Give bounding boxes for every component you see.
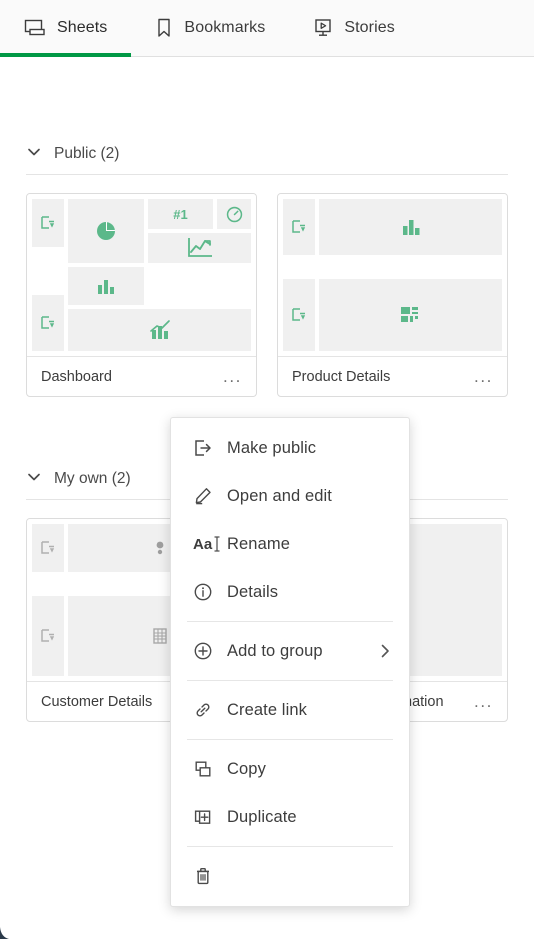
treemap-icon [319,279,502,351]
chevron-down-icon [26,469,42,490]
corner-artifact [0,921,16,939]
menu-item-label: Details [227,582,279,601]
bar-chart-icon [319,199,502,255]
menu-item-copy[interactable]: Copy [171,745,409,793]
menu-item-label: Create link [227,700,307,719]
tab-stories[interactable]: Stories [289,0,419,57]
menu-item-details[interactable]: Details [171,568,409,616]
menu-item-label: Open and edit [227,486,332,505]
public-card-row: #1 Dashboard ... Product Details ... [0,175,534,397]
sheet-card-menu-button[interactable]: ... [474,368,493,385]
kpi-text-icon: #1 [148,199,213,229]
section-my-own-title: My own (2) [54,470,131,487]
menu-separator [187,739,393,740]
sheet-context-menu: Make public Open and edit Aa Rename Deta… [170,417,410,907]
bookmark-icon [155,17,173,39]
sheet-card-footer: Dashboard ... [27,356,256,396]
menu-separator [187,680,393,681]
tab-bar: Sheets Bookmarks Stories [0,0,534,57]
menu-item-label: Copy [227,759,266,778]
menu-item-label: Duplicate [227,807,297,826]
tab-bookmarks[interactable]: Bookmarks [131,0,289,57]
make-public-icon [193,438,227,458]
menu-separator [187,846,393,847]
filter-pane-icon [32,295,64,351]
trash-icon [193,866,227,886]
menu-item-add-to-group[interactable]: Add to group [171,627,409,675]
tab-bookmarks-label: Bookmarks [184,19,266,36]
sheets-panel: Sheets Bookmarks Stories Public (2) #1 D… [0,0,534,939]
pie-chart-icon [68,199,144,263]
section-public-title: Public (2) [54,145,120,162]
sheet-card-product-details[interactable]: Product Details ... [277,193,508,397]
section-public: Public (2) #1 Dashboard ... Product Deta… [0,134,534,397]
sheet-card-menu-button[interactable]: ... [223,368,242,385]
menu-item-create-link[interactable]: Create link [171,686,409,734]
filter-pane-icon [32,596,64,676]
sheet-card-title: Customer Details [41,693,153,710]
duplicate-icon [193,807,227,827]
filter-pane-icon [283,279,315,351]
sheet-card-menu-button[interactable]: ... [474,693,493,710]
bar-chart-icon [68,267,144,305]
menu-item-label: Make public [227,438,317,457]
sheet-thumbnail: #1 [27,194,256,356]
chevron-down-icon [26,144,42,165]
menu-item-label: Add to group [227,641,323,660]
rename-aa-icon: Aa [193,535,220,553]
filter-pane-icon [32,524,64,572]
plus-circle-icon [193,641,227,661]
link-icon [193,700,227,720]
filter-pane-icon [32,199,64,247]
pencil-icon [193,486,227,506]
stories-icon [313,17,333,39]
line-chart-icon [148,233,251,263]
copy-icon [193,759,227,779]
kpi-value: #1 [173,206,188,222]
menu-item-rename[interactable]: Aa Rename [171,520,409,568]
gauge-icon [217,199,251,229]
info-circle-icon [193,582,227,602]
menu-separator [187,621,393,622]
filter-pane-icon [283,199,315,255]
menu-item-make-public[interactable]: Make public [171,424,409,472]
menu-item-delete[interactable] [171,852,409,900]
menu-item-open-and-edit[interactable]: Open and edit [171,472,409,520]
sheet-card-title: Product Details [292,368,391,385]
sheets-icon [24,18,46,38]
tab-sheets[interactable]: Sheets [0,0,132,57]
sheet-thumbnail [278,194,507,356]
tab-stories-label: Stories [344,19,395,36]
menu-item-duplicate[interactable]: Duplicate [171,793,409,841]
sheet-card-dashboard[interactable]: #1 Dashboard ... [26,193,257,397]
sheet-card-title: Dashboard [41,368,112,385]
sheet-card-footer: Product Details ... [278,356,507,396]
chevron-right-icon [377,643,393,659]
tab-sheets-label: Sheets [57,19,108,36]
menu-item-label: Rename [227,534,290,553]
combo-chart-icon [68,309,251,351]
section-public-header[interactable]: Public (2) [0,134,534,174]
